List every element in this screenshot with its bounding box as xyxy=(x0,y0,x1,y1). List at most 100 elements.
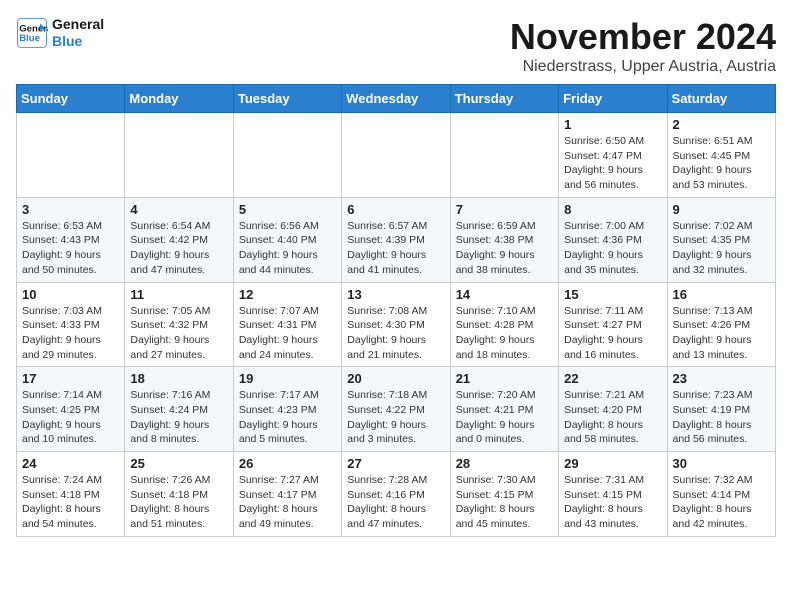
day-number: 26 xyxy=(239,456,336,471)
calendar-cell: 19Sunrise: 7:17 AM Sunset: 4:23 PM Dayli… xyxy=(233,367,341,452)
day-number: 6 xyxy=(347,202,444,217)
day-number: 10 xyxy=(22,287,119,302)
cell-content: Sunrise: 7:21 AM Sunset: 4:20 PM Dayligh… xyxy=(564,388,661,447)
calendar-cell xyxy=(342,113,450,198)
cell-content: Sunrise: 7:18 AM Sunset: 4:22 PM Dayligh… xyxy=(347,388,444,447)
week-row-3: 10 Sunrise: 7:03 AM Sunset: 4:33 PM Dayli… xyxy=(17,282,776,367)
page-header: General Blue General Blue November 2024 … xyxy=(16,16,776,76)
cell-content: Sunrise: 7:05 AM Sunset: 4:32 PM Dayligh… xyxy=(130,304,227,363)
calendar-cell: 22 Sunrise: 7:21 AM Sunset: 4:20 PM Dayli… xyxy=(559,367,667,452)
calendar-cell: 28 Sunrise: 7:30 AM Sunset: 4:15 PM Dayli… xyxy=(450,452,558,537)
day-number: 20 xyxy=(347,371,444,386)
day-number: 13 xyxy=(347,287,444,302)
day-number: 12 xyxy=(239,287,336,302)
title-block: November 2024 Niederstrass, Upper Austri… xyxy=(510,16,776,76)
day-number: 16 xyxy=(673,287,770,302)
day-number: 28 xyxy=(456,456,553,471)
weekday-wednesday: Wednesday xyxy=(342,85,450,113)
calendar-cell: 15 Sunrise: 7:11 AM Sunset: 4:27 PM Dayli… xyxy=(559,282,667,367)
calendar-cell: 6Sunrise: 6:57 AM Sunset: 4:39 PM Daylig… xyxy=(342,197,450,282)
cell-content: Sunrise: 7:03 AM Sunset: 4:33 PM Dayligh… xyxy=(22,304,119,363)
day-number: 21 xyxy=(456,371,553,386)
day-number: 19 xyxy=(239,371,336,386)
calendar-table: SundayMondayTuesdayWednesdayThursdayFrid… xyxy=(16,84,776,537)
day-number: 3 xyxy=(22,202,119,217)
cell-content: Sunrise: 7:30 AM Sunset: 4:15 PM Dayligh… xyxy=(456,473,553,532)
day-number: 9 xyxy=(673,202,770,217)
calendar-cell: 1 Sunrise: 6:50 AM Sunset: 4:47 PM Daylig… xyxy=(559,113,667,198)
calendar-cell: 29 Sunrise: 7:31 AM Sunset: 4:15 PM Dayli… xyxy=(559,452,667,537)
weekday-header-row: SundayMondayTuesdayWednesdayThursdayFrid… xyxy=(17,85,776,113)
calendar-cell: 24Sunrise: 7:24 AM Sunset: 4:18 PM Dayli… xyxy=(17,452,125,537)
day-number: 24 xyxy=(22,456,119,471)
calendar-cell: 20 Sunrise: 7:18 AM Sunset: 4:22 PM Dayli… xyxy=(342,367,450,452)
day-number: 14 xyxy=(456,287,553,302)
calendar-cell: 21 Sunrise: 7:20 AM Sunset: 4:21 PM Dayli… xyxy=(450,367,558,452)
weekday-monday: Monday xyxy=(125,85,233,113)
calendar-cell: 27Sunrise: 7:28 AM Sunset: 4:16 PM Dayli… xyxy=(342,452,450,537)
calendar-cell: 30 Sunrise: 7:32 AM Sunset: 4:14 PM Dayli… xyxy=(667,452,775,537)
calendar-cell: 9 Sunrise: 7:02 AM Sunset: 4:35 PM Daylig… xyxy=(667,197,775,282)
week-row-2: 3 Sunrise: 6:53 AM Sunset: 4:43 PM Daylig… xyxy=(17,197,776,282)
day-number: 7 xyxy=(456,202,553,217)
day-number: 25 xyxy=(130,456,227,471)
day-number: 22 xyxy=(564,371,661,386)
cell-content: Sunrise: 7:00 AM Sunset: 4:36 PM Dayligh… xyxy=(564,219,661,278)
cell-content: Sunrise: 7:31 AM Sunset: 4:15 PM Dayligh… xyxy=(564,473,661,532)
calendar-cell: 18 Sunrise: 7:16 AM Sunset: 4:24 PM Dayli… xyxy=(125,367,233,452)
weekday-tuesday: Tuesday xyxy=(233,85,341,113)
calendar-cell: 7 Sunrise: 6:59 AM Sunset: 4:38 PM Daylig… xyxy=(450,197,558,282)
logo: General Blue General Blue xyxy=(16,16,104,50)
cell-content: Sunrise: 7:11 AM Sunset: 4:27 PM Dayligh… xyxy=(564,304,661,363)
calendar-cell: 3 Sunrise: 6:53 AM Sunset: 4:43 PM Daylig… xyxy=(17,197,125,282)
cell-content: Sunrise: 6:56 AM Sunset: 4:40 PM Dayligh… xyxy=(239,219,336,278)
cell-content: Sunrise: 7:07 AM Sunset: 4:31 PM Dayligh… xyxy=(239,304,336,363)
cell-content: Sunrise: 7:02 AM Sunset: 4:35 PM Dayligh… xyxy=(673,219,770,278)
calendar-cell: 25Sunrise: 7:26 AM Sunset: 4:18 PM Dayli… xyxy=(125,452,233,537)
calendar-cell xyxy=(450,113,558,198)
logo-line2: Blue xyxy=(52,33,104,50)
day-number: 4 xyxy=(130,202,227,217)
cell-content: Sunrise: 7:23 AM Sunset: 4:19 PM Dayligh… xyxy=(673,388,770,447)
cell-content: Sunrise: 6:54 AM Sunset: 4:42 PM Dayligh… xyxy=(130,219,227,278)
calendar-cell: 23 Sunrise: 7:23 AM Sunset: 4:19 PM Dayli… xyxy=(667,367,775,452)
day-number: 23 xyxy=(673,371,770,386)
calendar-cell: 14 Sunrise: 7:10 AM Sunset: 4:28 PM Dayli… xyxy=(450,282,558,367)
cell-content: Sunrise: 7:14 AM Sunset: 4:25 PM Dayligh… xyxy=(22,388,119,447)
cell-content: Sunrise: 6:59 AM Sunset: 4:38 PM Dayligh… xyxy=(456,219,553,278)
day-number: 15 xyxy=(564,287,661,302)
calendar-cell: 2Sunrise: 6:51 AM Sunset: 4:45 PM Daylig… xyxy=(667,113,775,198)
calendar-cell: 11 Sunrise: 7:05 AM Sunset: 4:32 PM Dayli… xyxy=(125,282,233,367)
cell-content: Sunrise: 7:20 AM Sunset: 4:21 PM Dayligh… xyxy=(456,388,553,447)
day-number: 8 xyxy=(564,202,661,217)
day-number: 1 xyxy=(564,117,661,132)
day-number: 5 xyxy=(239,202,336,217)
calendar-cell xyxy=(125,113,233,198)
calendar-cell: 13 Sunrise: 7:08 AM Sunset: 4:30 PM Dayli… xyxy=(342,282,450,367)
cell-content: Sunrise: 6:50 AM Sunset: 4:47 PM Dayligh… xyxy=(564,134,661,193)
calendar-cell: 12 Sunrise: 7:07 AM Sunset: 4:31 PM Dayli… xyxy=(233,282,341,367)
calendar-cell xyxy=(233,113,341,198)
cell-content: Sunrise: 7:10 AM Sunset: 4:28 PM Dayligh… xyxy=(456,304,553,363)
week-row-1: 1 Sunrise: 6:50 AM Sunset: 4:47 PM Daylig… xyxy=(17,113,776,198)
cell-content: Sunrise: 7:27 AM Sunset: 4:17 PM Dayligh… xyxy=(239,473,336,532)
day-number: 17 xyxy=(22,371,119,386)
weekday-friday: Friday xyxy=(559,85,667,113)
day-number: 2 xyxy=(673,117,770,132)
logo-icon: General Blue xyxy=(16,17,48,49)
day-number: 18 xyxy=(130,371,227,386)
day-number: 11 xyxy=(130,287,227,302)
day-number: 27 xyxy=(347,456,444,471)
calendar-cell: 4 Sunrise: 6:54 AM Sunset: 4:42 PM Daylig… xyxy=(125,197,233,282)
cell-content: Sunrise: 7:16 AM Sunset: 4:24 PM Dayligh… xyxy=(130,388,227,447)
cell-content: Sunrise: 7:08 AM Sunset: 4:30 PM Dayligh… xyxy=(347,304,444,363)
weekday-saturday: Saturday xyxy=(667,85,775,113)
weekday-sunday: Sunday xyxy=(17,85,125,113)
cell-content: Sunrise: 7:32 AM Sunset: 4:14 PM Dayligh… xyxy=(673,473,770,532)
day-number: 29 xyxy=(564,456,661,471)
calendar-cell: 16Sunrise: 7:13 AM Sunset: 4:26 PM Dayli… xyxy=(667,282,775,367)
logo-line1: General xyxy=(52,16,104,33)
day-number: 30 xyxy=(673,456,770,471)
calendar-cell: 5 Sunrise: 6:56 AM Sunset: 4:40 PM Daylig… xyxy=(233,197,341,282)
cell-content: Sunrise: 6:53 AM Sunset: 4:43 PM Dayligh… xyxy=(22,219,119,278)
